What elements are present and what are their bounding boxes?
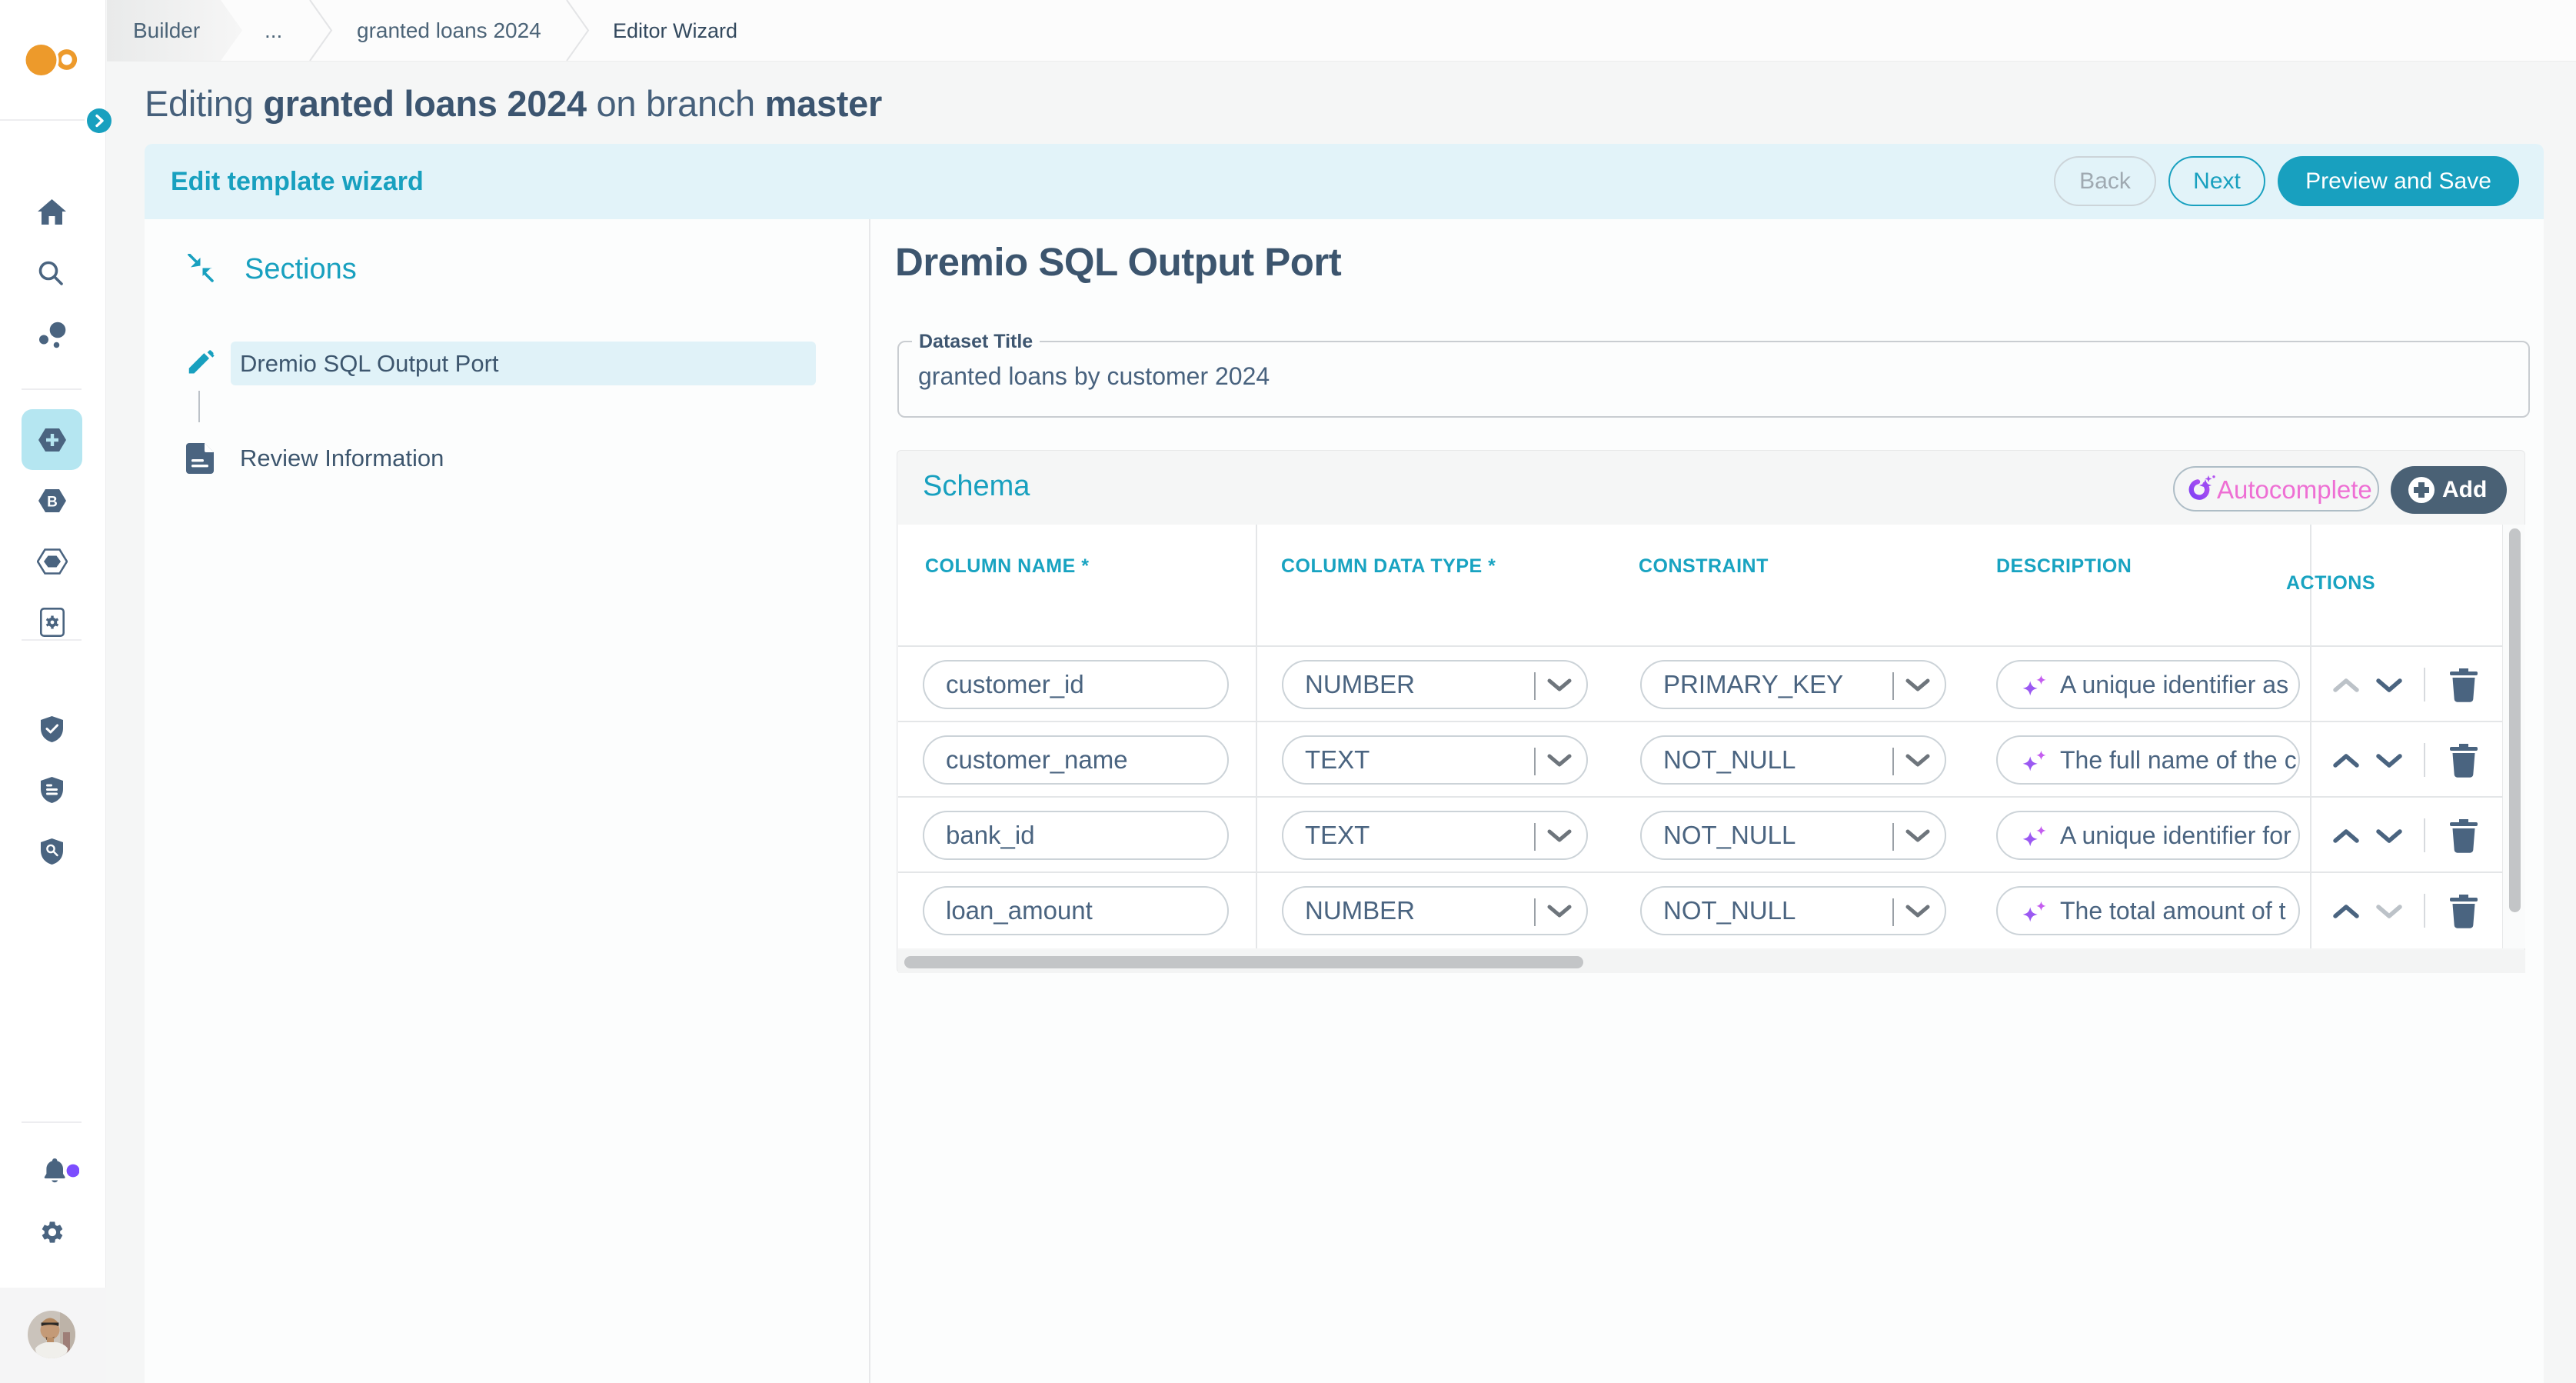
svg-text:B: B [47,495,58,511]
